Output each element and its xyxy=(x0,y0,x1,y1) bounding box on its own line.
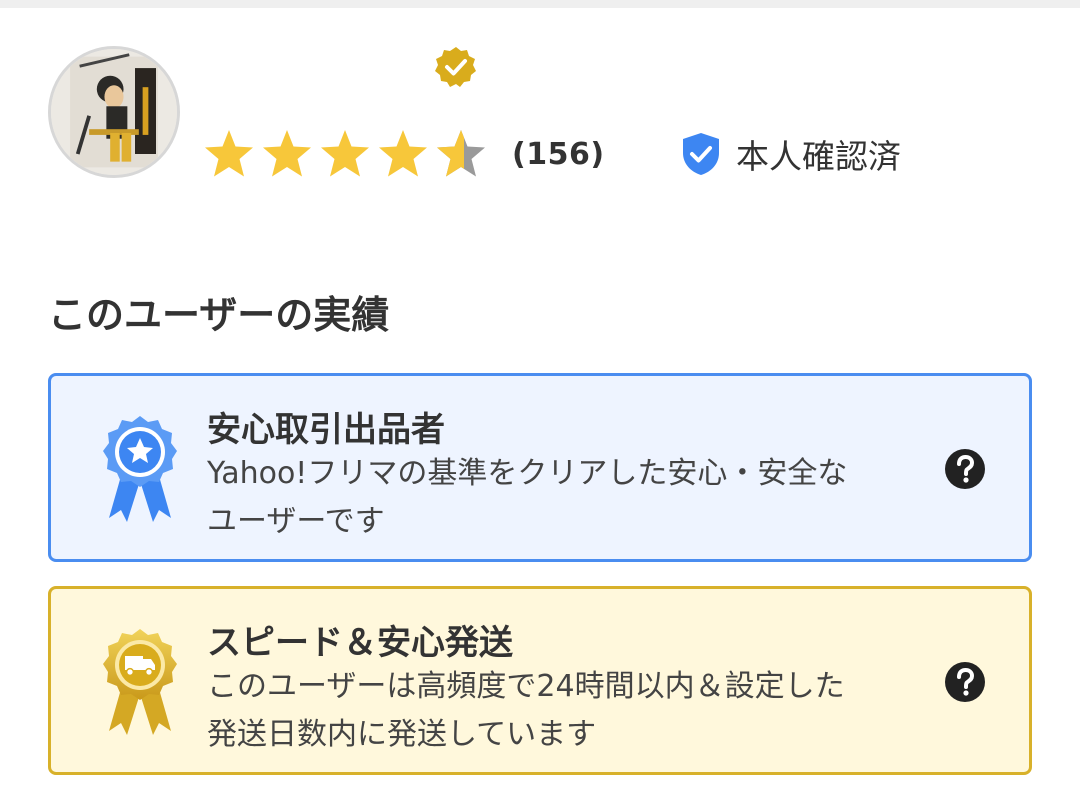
shield-check-icon xyxy=(683,133,719,175)
card-description-line: ユーザーです xyxy=(207,504,385,539)
card-description-line: Yahoo!フリマの基準をクリアした安心・安全な xyxy=(207,456,848,491)
identity-verified-label: 本人確認済 xyxy=(736,137,901,176)
question-circle-icon[interactable] xyxy=(944,448,986,490)
avatar[interactable] xyxy=(48,46,180,178)
card-title: スピード＆安心発送 xyxy=(207,623,513,663)
card-description: Yahoo!フリマの基準をクリアした安心・安全な ユーザーです xyxy=(207,450,927,546)
card-description-line: 発送日数内に発送しています xyxy=(207,717,597,752)
blue-star-ribbon-badge-icon xyxy=(95,414,185,524)
star-full-icon xyxy=(379,130,427,177)
card-title: 安心取引出品者 xyxy=(207,410,445,450)
question-circle-icon[interactable] xyxy=(944,661,986,703)
top-divider xyxy=(0,0,1080,8)
star-rating xyxy=(202,127,488,181)
gold-check-badge-icon xyxy=(434,45,478,89)
star-full-icon xyxy=(263,130,311,177)
achievements-title: このユーザーの実績 xyxy=(48,293,390,337)
avatar-image xyxy=(51,49,177,175)
identity-verified: 本人確認済 xyxy=(680,128,901,180)
star-full-icon xyxy=(321,130,369,177)
card-description: このユーザーは高頻度で24時間以内＆設定した 発送日数内に発送しています xyxy=(207,663,927,759)
gold-truck-ribbon-badge-icon xyxy=(95,627,185,737)
achievement-card-speed-shipping: スピード＆安心発送 このユーザーは高頻度で24時間以内＆設定した 発送日数内に発… xyxy=(48,586,1032,775)
star-full-icon xyxy=(205,130,253,177)
card-description-line: このユーザーは高頻度で24時間以内＆設定した xyxy=(207,669,845,704)
achievement-card-safe-seller: 安心取引出品者 Yahoo!フリマの基準をクリアした安心・安全な ユーザーです xyxy=(48,373,1032,562)
review-count[interactable]: (156) xyxy=(512,137,605,172)
star-half-icon xyxy=(437,130,485,177)
rating[interactable]: (156) xyxy=(202,126,605,182)
